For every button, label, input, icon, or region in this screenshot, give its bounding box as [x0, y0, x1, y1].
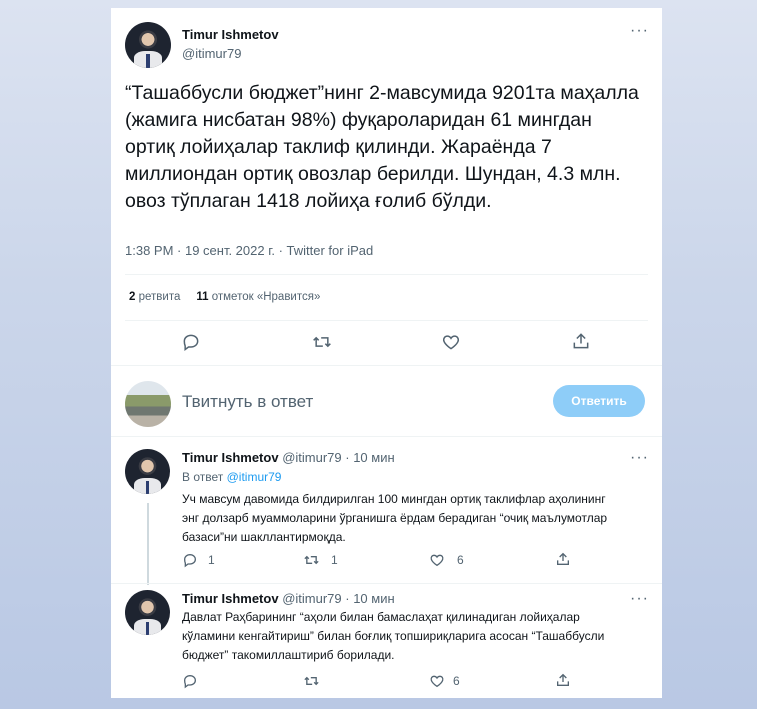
divider	[125, 274, 648, 275]
retweet-icon[interactable]	[303, 673, 320, 689]
reply-count: 1	[208, 553, 215, 567]
tweet-card: Timur Ishmetov @itimur79 ··· “Ташаббусли…	[111, 8, 662, 698]
divider	[125, 320, 648, 321]
reply-icon[interactable]	[182, 673, 198, 689]
retweet-count: 1	[331, 553, 338, 567]
mention-link[interactable]: @itimur79	[227, 470, 282, 484]
reply-handle[interactable]: @itimur79	[282, 591, 341, 606]
reply-icon[interactable]	[182, 552, 198, 568]
retweets-stat[interactable]: 2 ретвита	[129, 291, 180, 303]
thread-line	[147, 503, 149, 585]
reply-author-avatar[interactable]	[125, 449, 170, 494]
reply-author-name: Timur Ishmetov @itimur79 · 10 мин	[182, 450, 395, 465]
reply-author-name: Timur Ishmetov @itimur79 · 10 мин	[182, 591, 395, 606]
reply-time[interactable]: · 10 мин	[345, 591, 394, 606]
retweet-icon[interactable]	[311, 332, 333, 352]
reply-icon[interactable]	[181, 332, 201, 352]
reply-text: Давлат Раҳбарининг “аҳоли билан бамаслаҳ…	[182, 610, 605, 662]
reply-button[interactable]: Ответить	[553, 385, 645, 417]
retweet-icon[interactable]	[303, 552, 320, 568]
reply-author-avatar[interactable]	[125, 590, 170, 635]
like-icon[interactable]	[429, 673, 445, 689]
user-avatar	[125, 381, 171, 427]
divider	[111, 436, 662, 437]
author-handle[interactable]: @itimur79	[182, 46, 241, 61]
like-count: 6	[453, 674, 460, 688]
like-count: 6	[457, 553, 464, 567]
replying-to: В ответ @itimur79	[182, 470, 282, 484]
reply-name[interactable]: Timur Ishmetov	[182, 591, 279, 606]
divider	[111, 365, 662, 366]
tweet-meta[interactable]: 1:38 PM · 19 сент. 2022 г. · Twitter for…	[125, 243, 373, 258]
more-icon[interactable]: ···	[630, 450, 649, 466]
likes-stat[interactable]: 11 отметок «Нравится»	[196, 291, 320, 303]
like-icon[interactable]	[441, 332, 461, 352]
author-name[interactable]: Timur Ishmetov	[182, 27, 279, 42]
share-icon[interactable]	[555, 551, 571, 567]
more-icon[interactable]: ···	[630, 591, 649, 607]
divider	[111, 583, 662, 584]
like-icon[interactable]	[429, 552, 445, 568]
share-icon[interactable]	[571, 331, 591, 351]
tweet-stats: 2 ретвита 11 отметок «Нравится»	[129, 291, 320, 303]
reply-name[interactable]: Timur Ishmetov	[182, 450, 279, 465]
share-icon[interactable]	[555, 672, 571, 688]
reply-input[interactable]: Твитнуть в ответ	[182, 392, 313, 412]
reply-handle[interactable]: @itimur79	[282, 450, 341, 465]
more-icon[interactable]: ···	[630, 23, 649, 39]
reply-time[interactable]: · 10 мин	[345, 450, 394, 465]
tweet-text: “Ташаббусли бюджет”нинг 2-мавсумида 9201…	[125, 82, 639, 212]
author-avatar[interactable]	[125, 22, 171, 68]
reply-text: Уч мавсум давомида билдирилган 100 мингд…	[182, 492, 608, 544]
